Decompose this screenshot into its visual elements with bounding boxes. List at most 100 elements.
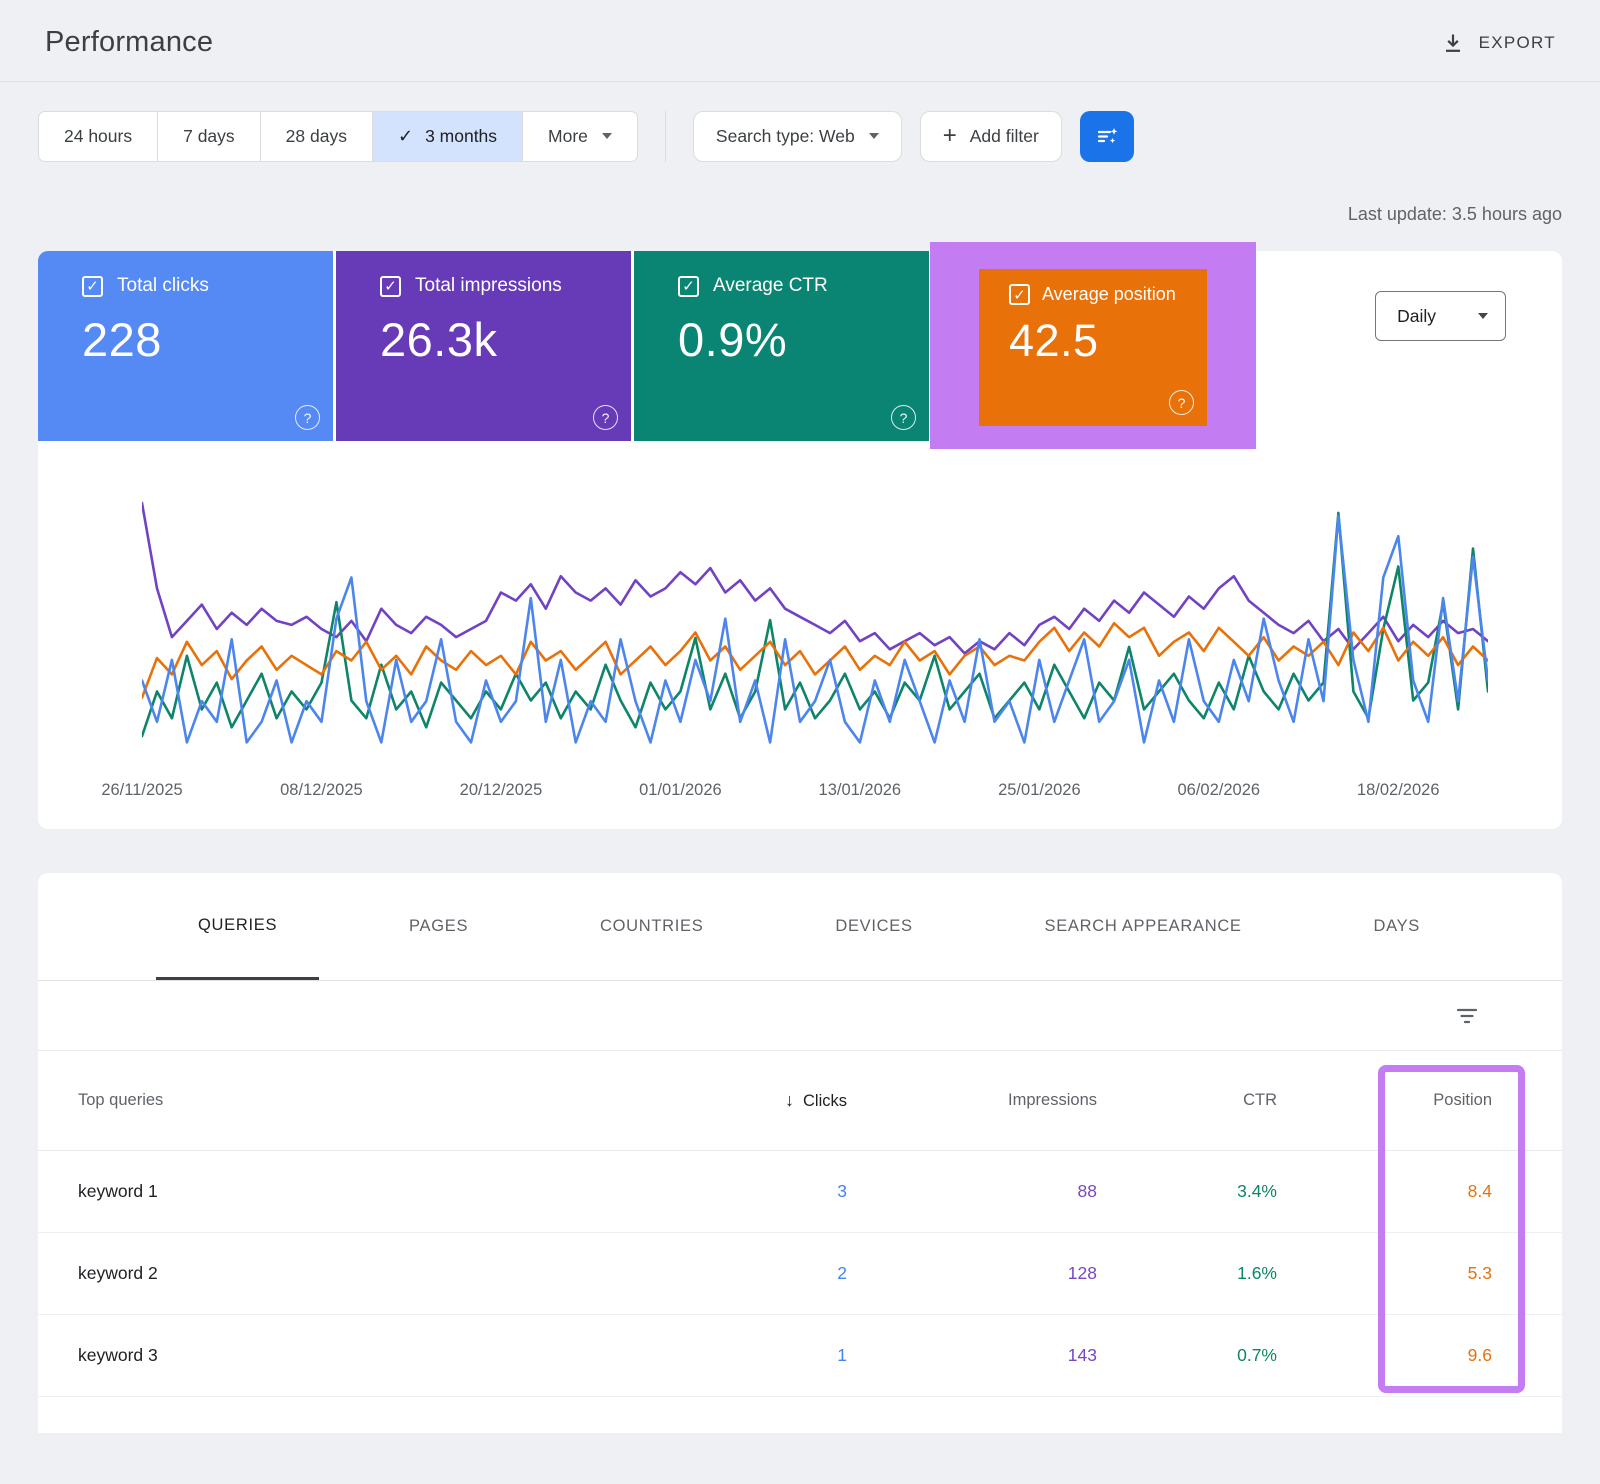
metric-card-total-clicks[interactable]: ✓ Total clicks 228 ? [38, 251, 333, 441]
tab-queries[interactable]: QUERIES [156, 873, 319, 980]
tab-devices[interactable]: DEVICES [793, 873, 954, 980]
column-top-queries[interactable]: Top queries [78, 1091, 687, 1110]
add-filter-button[interactable]: + Add filter [920, 111, 1062, 162]
table-row[interactable]: keyword 2 2 128 1.6% 5.3 [38, 1233, 1562, 1315]
chevron-down-icon [1478, 313, 1488, 319]
metric-value: 228 [38, 312, 333, 367]
ctr-cell: 1.6% [1097, 1263, 1277, 1284]
line-chart [142, 489, 1488, 767]
position-cell: 8.4 [1277, 1181, 1522, 1202]
column-clicks[interactable]: ↓ Clicks [687, 1090, 847, 1111]
impressions-cell: 128 [847, 1263, 1097, 1284]
help-icon[interactable]: ? [295, 405, 320, 430]
table-row[interactable]: keyword 3 1 143 0.7% 9.6 [38, 1315, 1562, 1397]
query-cell: keyword 3 [78, 1345, 687, 1366]
impressions-cell: 143 [847, 1345, 1097, 1366]
range-label: 7 days [183, 126, 235, 147]
range-28-days-chip[interactable]: 28 days [261, 111, 373, 162]
dimension-tabs: QUERIES PAGES COUNTRIES DEVICES SEARCH A… [38, 873, 1562, 981]
x-tick-label: 01/01/2026 [639, 781, 722, 800]
x-tick-label: 06/02/2026 [1178, 781, 1261, 800]
range-label: 28 days [286, 126, 347, 147]
check-icon: ✓ [398, 126, 413, 147]
metric-card-header: ✓ Average position [979, 284, 1207, 305]
x-axis-labels: 26/11/2025 08/12/2025 20/12/2025 01/01/2… [142, 781, 1488, 809]
range-3-months-chip[interactable]: ✓ 3 months [373, 111, 523, 162]
tab-pages[interactable]: PAGES [367, 873, 510, 980]
metric-card-average-position[interactable]: ✓ Average position 42.5 ? [979, 269, 1207, 426]
metric-label: Average position [1042, 284, 1176, 305]
help-icon[interactable]: ? [593, 405, 618, 430]
smart-filter-button[interactable] [1080, 111, 1134, 162]
metric-cards-row: ✓ Total clicks 228 ? ✓ Total impressions… [38, 251, 1562, 449]
clicks-cell: 1 [687, 1345, 847, 1366]
range-label: 24 hours [64, 126, 132, 147]
dimension-table-card: QUERIES PAGES COUNTRIES DEVICES SEARCH A… [38, 873, 1562, 1433]
range-7-days-chip[interactable]: 7 days [158, 111, 261, 162]
page-title: Performance [45, 26, 213, 59]
range-label: More [548, 126, 588, 147]
checkbox-checked-icon[interactable]: ✓ [1009, 284, 1030, 305]
sort-desc-icon: ↓ [785, 1090, 794, 1110]
x-tick-label: 25/01/2026 [998, 781, 1081, 800]
metric-label: Total impressions [415, 275, 562, 297]
metric-value: 26.3k [336, 312, 631, 367]
toolbar-separator [665, 111, 666, 162]
chevron-down-icon [869, 133, 879, 139]
granularity-label: Daily [1397, 306, 1436, 327]
table-filter-row [38, 981, 1562, 1051]
column-impressions[interactable]: Impressions [847, 1091, 1097, 1110]
export-button[interactable]: EXPORT [1442, 32, 1556, 54]
metric-card-total-impressions[interactable]: ✓ Total impressions 26.3k ? [336, 251, 631, 441]
x-tick-label: 20/12/2025 [460, 781, 543, 800]
average-position-annotation-box: ✓ Average position 42.5 ? [930, 242, 1256, 449]
column-ctr[interactable]: CTR [1097, 1091, 1277, 1110]
tab-label: DAYS [1373, 917, 1420, 936]
metric-card-average-ctr[interactable]: ✓ Average CTR 0.9% ? [634, 251, 929, 441]
query-cell: keyword 2 [78, 1263, 687, 1284]
chevron-down-icon [602, 133, 612, 139]
last-update-text: Last update: 3.5 hours ago [0, 162, 1600, 251]
metric-card-header: ✓ Total clicks [38, 275, 333, 297]
position-cell: 5.3 [1277, 1263, 1522, 1284]
performance-page: Performance EXPORT 24 hours 7 days 28 da… [0, 0, 1600, 1433]
date-range-group: 24 hours 7 days 28 days ✓ 3 months More [38, 111, 638, 162]
column-position[interactable]: Position [1277, 1091, 1522, 1110]
ctr-cell: 0.7% [1097, 1345, 1277, 1366]
column-label: Clicks [803, 1092, 847, 1110]
search-type-label: Search type: Web [716, 126, 855, 147]
performance-chart-card: ✓ Total clicks 228 ? ✓ Total impressions… [38, 251, 1562, 829]
tab-label: SEARCH APPEARANCE [1045, 917, 1242, 936]
tab-label: DEVICES [835, 917, 912, 936]
help-icon[interactable]: ? [1169, 390, 1194, 415]
checkbox-checked-icon[interactable]: ✓ [82, 276, 103, 297]
x-tick-label: 26/11/2025 [101, 781, 182, 800]
timeseries-chart: 26/11/2025 08/12/2025 20/12/2025 01/01/2… [142, 489, 1488, 809]
metric-card-header: ✓ Total impressions [336, 275, 631, 297]
add-filter-label: Add filter [970, 126, 1039, 147]
tab-search-appearance[interactable]: SEARCH APPEARANCE [1003, 873, 1284, 980]
table-filter-icon[interactable] [1456, 1007, 1478, 1025]
tab-days[interactable]: DAYS [1331, 873, 1462, 980]
range-more-chip[interactable]: More [523, 111, 638, 162]
export-label: EXPORT [1479, 33, 1556, 53]
header-divider [0, 81, 1600, 82]
metric-card-header: ✓ Average CTR [634, 275, 929, 297]
filter-toolbar: 24 hours 7 days 28 days ✓ 3 months More … [38, 110, 1562, 162]
x-tick-label: 08/12/2025 [280, 781, 363, 800]
checkbox-checked-icon[interactable]: ✓ [678, 276, 699, 297]
clicks-cell: 2 [687, 1263, 847, 1284]
metric-label: Total clicks [117, 275, 209, 297]
help-icon[interactable]: ? [891, 405, 916, 430]
tab-label: COUNTRIES [600, 917, 703, 936]
checkbox-checked-icon[interactable]: ✓ [380, 276, 401, 297]
query-cell: keyword 1 [78, 1181, 687, 1202]
range-24-hours-chip[interactable]: 24 hours [38, 111, 158, 162]
table-row[interactable]: keyword 1 3 88 3.4% 8.4 [38, 1151, 1562, 1233]
clicks-cell: 3 [687, 1181, 847, 1202]
plus-icon: + [943, 122, 957, 150]
granularity-dropdown[interactable]: Daily [1375, 291, 1506, 341]
tab-countries[interactable]: COUNTRIES [558, 873, 745, 980]
search-type-dropdown[interactable]: Search type: Web [693, 111, 902, 162]
table-header-row: Top queries ↓ Clicks Impressions CTR Posi… [38, 1051, 1562, 1151]
